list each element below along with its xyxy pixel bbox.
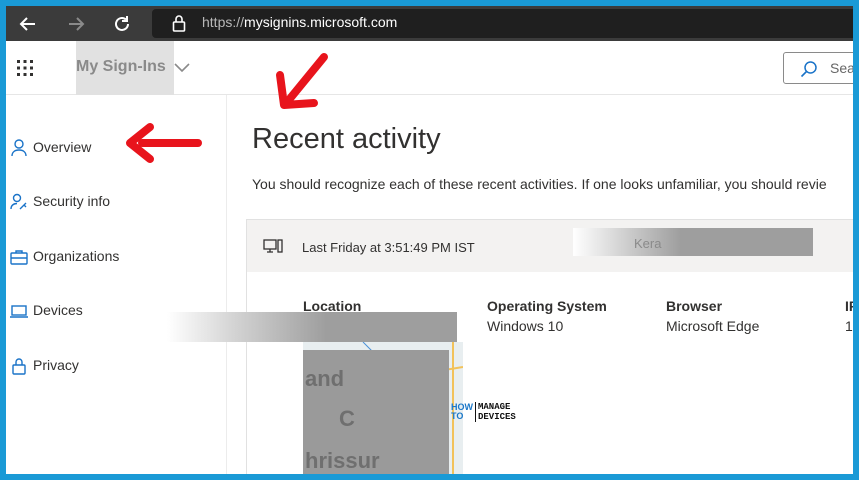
ip-value: 1 xyxy=(845,318,853,334)
column-header-os: Operating System xyxy=(487,298,607,314)
redaction-bar xyxy=(573,228,813,256)
column-header-browser: Browser xyxy=(666,298,723,314)
sidebar-item-security-info[interactable]: Security info xyxy=(6,185,227,219)
page-description: You should recognize each of these recen… xyxy=(252,176,827,192)
annotation-arrow-left xyxy=(126,123,202,163)
lock-icon xyxy=(172,15,186,32)
forward-button[interactable] xyxy=(64,12,88,36)
map-label: C xyxy=(339,406,355,431)
os-value: Windows 10 xyxy=(487,318,564,334)
sidebar-item-label: Devices xyxy=(33,302,83,318)
app-launcher-icon[interactable] xyxy=(16,59,34,77)
arrow-left-icon xyxy=(19,17,35,31)
sidebar-item-organizations[interactable]: Organizations xyxy=(6,240,227,274)
activity-time: Last Friday at 3:51:49 PM IST xyxy=(302,240,475,255)
annotation-arrow-down xyxy=(276,53,328,109)
watermark-manage: MANAGE DEVICES xyxy=(475,402,516,422)
page-title: Recent activity xyxy=(252,123,441,155)
map-label: and xyxy=(305,366,345,391)
person-icon xyxy=(11,139,27,157)
arrow-right-icon xyxy=(69,17,85,31)
map-label: hrissur xyxy=(305,448,380,473)
chevron-down-icon[interactable] xyxy=(174,63,190,73)
watermark-line: DEVICES xyxy=(478,412,516,422)
watermark-line: MANAGE xyxy=(478,402,511,412)
location-map: and C hrissur xyxy=(303,342,463,474)
activity-card[interactable]: Last Friday at 3:51:49 PM IST Kera Locat… xyxy=(167,219,853,474)
redacted-location-label: Kera xyxy=(634,236,662,251)
desktop-icon xyxy=(263,239,283,253)
column-header-location: Location xyxy=(303,298,362,314)
activity-card-header[interactable]: Last Friday at 3:51:49 PM IST Kera xyxy=(247,220,853,272)
refresh-icon xyxy=(115,16,129,31)
app-header: My Sign-Ins Sea xyxy=(6,41,853,95)
sidebar-item-label: Privacy xyxy=(33,357,79,373)
watermark-how: HOW TO xyxy=(451,403,473,421)
laptop-icon xyxy=(10,305,28,318)
url-host: mysignins.microsoft.com xyxy=(244,14,398,30)
watermark-logo: HOW TO MANAGE DEVICES xyxy=(451,402,516,422)
sidebar-item-label: Security info xyxy=(33,193,111,209)
sidebar-item-privacy[interactable]: Privacy xyxy=(6,349,227,383)
sidebar-item-label: Organizations xyxy=(33,248,120,264)
sidebar-item-label: Overview xyxy=(33,139,92,155)
watermark-line: TO xyxy=(451,411,464,421)
refresh-button[interactable] xyxy=(110,12,134,36)
person-key-icon xyxy=(10,193,27,210)
screenshot-frame: https://mysignins.microsoft.com My Sign-… xyxy=(6,6,853,474)
lock-icon xyxy=(12,358,26,375)
back-button[interactable] xyxy=(16,12,40,36)
search-icon xyxy=(800,61,817,78)
app-title[interactable]: My Sign-Ins xyxy=(76,58,166,76)
browser-value: Microsoft Edge xyxy=(666,318,760,334)
redaction-bar xyxy=(167,312,457,342)
url-text[interactable]: https://mysignins.microsoft.com xyxy=(202,14,397,30)
search-input[interactable]: Sea xyxy=(783,52,853,84)
briefcase-icon xyxy=(10,250,28,265)
column-header-ip: IF xyxy=(845,298,853,314)
url-scheme: https:// xyxy=(202,14,245,30)
search-placeholder: Sea xyxy=(830,60,853,76)
browser-toolbar: https://mysignins.microsoft.com xyxy=(6,6,853,41)
